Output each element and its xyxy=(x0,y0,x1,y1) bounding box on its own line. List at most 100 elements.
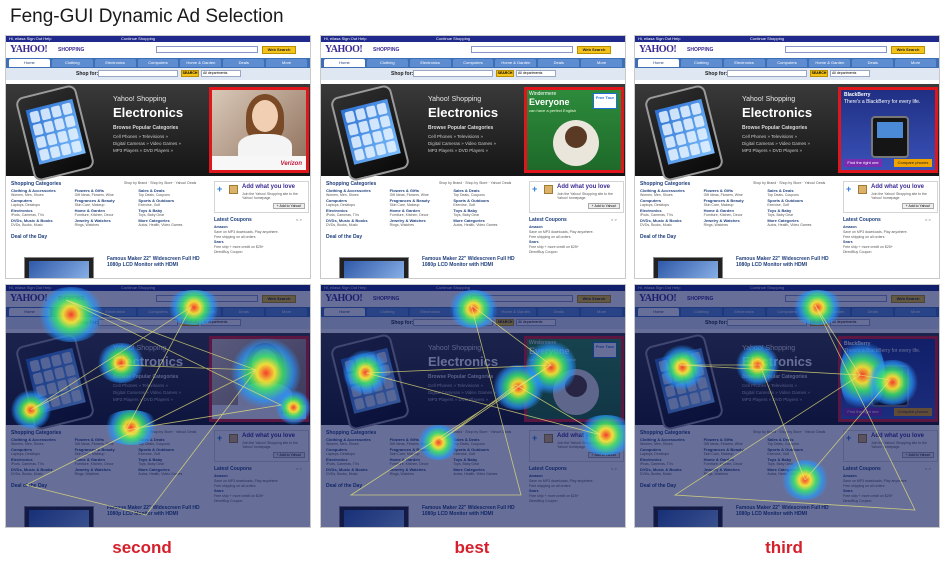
add-what-you-love-title[interactable]: Add what you love xyxy=(871,184,924,190)
hero-link[interactable]: MP3 Players » DVD Players » xyxy=(742,147,810,154)
shop-search-input[interactable] xyxy=(727,70,807,77)
category-item[interactable]: Sports & Outdoors Exercise, Golf xyxy=(138,198,196,207)
category-item[interactable]: Home & Garden Furniture, Kitchen, Decor xyxy=(75,208,133,217)
tab-deals[interactable]: Deals xyxy=(852,59,894,67)
add-what-you-love-title[interactable]: Add what you love xyxy=(242,184,295,190)
tab-clothing[interactable]: Clothing xyxy=(51,59,93,67)
web-search-input[interactable] xyxy=(471,46,573,53)
category-item[interactable]: Fragrances & Beauty Skin Care, Makeup xyxy=(390,198,448,207)
hero-link[interactable]: Digital Cameras » Video Games » xyxy=(113,140,181,147)
category-item[interactable]: More Categories Autos, Health, Video Gam… xyxy=(767,218,825,227)
category-item[interactable]: Fragrances & Beauty Skin Care, Makeup xyxy=(75,198,133,207)
department-select[interactable]: All departments xyxy=(201,70,241,77)
category-item[interactable]: Sales & Deals Top Deals, Coupons xyxy=(767,188,825,197)
tab-home-garden[interactable]: Home & Garden xyxy=(180,59,222,67)
deal-product-link[interactable]: Famous Maker 22" Widescreen Full HD 1080… xyxy=(736,256,836,268)
category-item[interactable]: DVDs, Music & Books DVDs, Books, Music xyxy=(640,218,698,227)
blackberry-ad[interactable]: BlackBerry There's a BlackBerry for ever… xyxy=(838,87,938,173)
category-item[interactable]: Flowers & Gifts Gift Ideas, Flowers, Win… xyxy=(704,188,762,197)
video-ad[interactable]: Verizon xyxy=(209,87,309,173)
yahoo-logo[interactable]: YAHOO! xyxy=(639,44,677,55)
add-to-yahoo-button[interactable]: + Add to Yahoo! xyxy=(902,203,934,209)
category-item[interactable]: Computers Laptops, Desktops xyxy=(326,198,384,207)
tab-electronics[interactable]: Electronics xyxy=(723,59,765,67)
category-item[interactable]: Jewelry & Watches Rings, Watches xyxy=(75,218,133,227)
web-search-input[interactable] xyxy=(156,46,258,53)
tab-home-garden[interactable]: Home & Garden xyxy=(809,59,851,67)
hero-title[interactable]: Electronics xyxy=(113,105,183,120)
hero-link[interactable]: Digital Cameras » Video Games » xyxy=(742,140,810,147)
category-item[interactable]: Clothing & Accessories Women, Men, Shoes xyxy=(640,188,698,197)
category-item[interactable]: Home & Garden Furniture, Kitchen, Decor xyxy=(390,208,448,217)
category-item[interactable]: DVDs, Music & Books DVDs, Books, Music xyxy=(326,218,384,227)
category-item[interactable]: Flowers & Gifts Gift Ideas, Flowers, Win… xyxy=(75,188,133,197)
web-search-button[interactable]: Web Search xyxy=(262,46,296,54)
tab-more[interactable]: More xyxy=(581,59,623,67)
add-to-yahoo-button[interactable]: + Add to Yahoo! xyxy=(273,203,305,209)
web-search-button[interactable]: Web Search xyxy=(577,46,611,54)
coupons-pager[interactable]: < > xyxy=(296,217,302,222)
shop-search-button[interactable]: SEARCH xyxy=(810,70,828,77)
shop-by-links[interactable]: Shop by Brand · Shop by Store · Yahoo! D… xyxy=(439,181,511,185)
add-what-you-love-title[interactable]: Add what you love xyxy=(557,184,610,190)
category-item[interactable]: Jewelry & Watches Rings, Watches xyxy=(704,218,762,227)
hero-title[interactable]: Electronics xyxy=(742,105,812,120)
ad-badge[interactable]: Free Tour xyxy=(593,93,617,109)
coupon-line[interactable]: DirectBuy Coupon xyxy=(843,250,938,255)
deal-product-link[interactable]: Famous Maker 22" Widescreen Full HD 1080… xyxy=(422,256,522,268)
tab-electronics[interactable]: Electronics xyxy=(409,59,451,67)
tab-clothing[interactable]: Clothing xyxy=(366,59,408,67)
hero-link[interactable]: Cell Phones » Televisions » xyxy=(742,133,810,140)
coupon-line[interactable]: DirectBuy Coupon xyxy=(214,250,309,255)
category-item[interactable]: Sales & Deals Top Deals, Coupons xyxy=(138,188,196,197)
yahoo-logo[interactable]: YAHOO! xyxy=(10,44,48,55)
hero-link[interactable]: Cell Phones » Televisions » xyxy=(113,133,181,140)
shop-by-links[interactable]: Shop by Brand · Shop by Store · Yahoo! D… xyxy=(753,181,825,185)
tab-deals[interactable]: Deals xyxy=(223,59,265,67)
category-item[interactable]: Sales & Deals Top Deals, Coupons xyxy=(453,188,511,197)
language-ad[interactable]: Windermere Everyone can have a perfect E… xyxy=(524,87,624,173)
coupons-pager[interactable]: < > xyxy=(925,217,931,222)
yahoo-logo[interactable]: YAHOO! xyxy=(325,44,363,55)
category-item[interactable]: Electronics iPods, Cameras, TVs xyxy=(640,208,698,217)
category-item[interactable]: Computers Laptops, Desktops xyxy=(11,198,69,207)
shop-search-input[interactable] xyxy=(98,70,178,77)
tab-home[interactable]: Home xyxy=(324,59,365,67)
web-search-button[interactable]: Web Search xyxy=(891,46,925,54)
hero-link[interactable]: Cell Phones » Televisions » xyxy=(428,133,496,140)
coupon-line[interactable]: DirectBuy Coupon xyxy=(529,250,624,255)
monitor-image[interactable] xyxy=(653,257,723,278)
monitor-image[interactable] xyxy=(24,257,94,278)
department-select[interactable]: All departments xyxy=(516,70,556,77)
tab-computers[interactable]: Computers xyxy=(452,59,494,67)
tab-more[interactable]: More xyxy=(266,59,308,67)
category-item[interactable]: More Categories Autos, Health, Video Gam… xyxy=(138,218,196,227)
ad-cta-find[interactable]: Find the right one xyxy=(844,159,882,167)
category-item[interactable]: Electronics iPods, Cameras, TVs xyxy=(326,208,384,217)
hero-link[interactable]: MP3 Players » DVD Players » xyxy=(428,147,496,154)
category-item[interactable]: Fragrances & Beauty Skin Care, Makeup xyxy=(704,198,762,207)
shop-by-links[interactable]: Shop by Brand · Shop by Store · Yahoo! D… xyxy=(124,181,196,185)
category-item[interactable]: Sports & Outdoors Exercise, Golf xyxy=(453,198,511,207)
tab-home[interactable]: Home xyxy=(638,59,679,67)
tab-clothing[interactable]: Clothing xyxy=(680,59,722,67)
hero-title[interactable]: Electronics xyxy=(428,105,498,120)
category-item[interactable]: Jewelry & Watches Rings, Watches xyxy=(390,218,448,227)
tab-computers[interactable]: Computers xyxy=(766,59,808,67)
category-item[interactable]: More Categories Autos, Health, Video Gam… xyxy=(453,218,511,227)
tab-home[interactable]: Home xyxy=(9,59,50,67)
department-select[interactable]: All departments xyxy=(830,70,870,77)
category-item[interactable]: DVDs, Music & Books DVDs, Books, Music xyxy=(11,218,69,227)
category-item[interactable]: Toys & Baby Toys, Baby Gear xyxy=(138,208,196,217)
tab-deals[interactable]: Deals xyxy=(538,59,580,67)
category-item[interactable]: Flowers & Gifts Gift Ideas, Flowers, Win… xyxy=(390,188,448,197)
category-item[interactable]: Electronics iPods, Cameras, TVs xyxy=(11,208,69,217)
category-item[interactable]: Toys & Baby Toys, Baby Gear xyxy=(453,208,511,217)
hero-link[interactable]: Digital Cameras » Video Games » xyxy=(428,140,496,147)
coupons-pager[interactable]: < > xyxy=(611,217,617,222)
deal-product-link[interactable]: Famous Maker 22" Widescreen Full HD 1080… xyxy=(107,256,207,268)
category-item[interactable]: Clothing & Accessories Women, Men, Shoes xyxy=(326,188,384,197)
tab-home-garden[interactable]: Home & Garden xyxy=(495,59,537,67)
tab-computers[interactable]: Computers xyxy=(137,59,179,67)
ad-cta-compare[interactable]: Compare phones xyxy=(894,159,932,167)
